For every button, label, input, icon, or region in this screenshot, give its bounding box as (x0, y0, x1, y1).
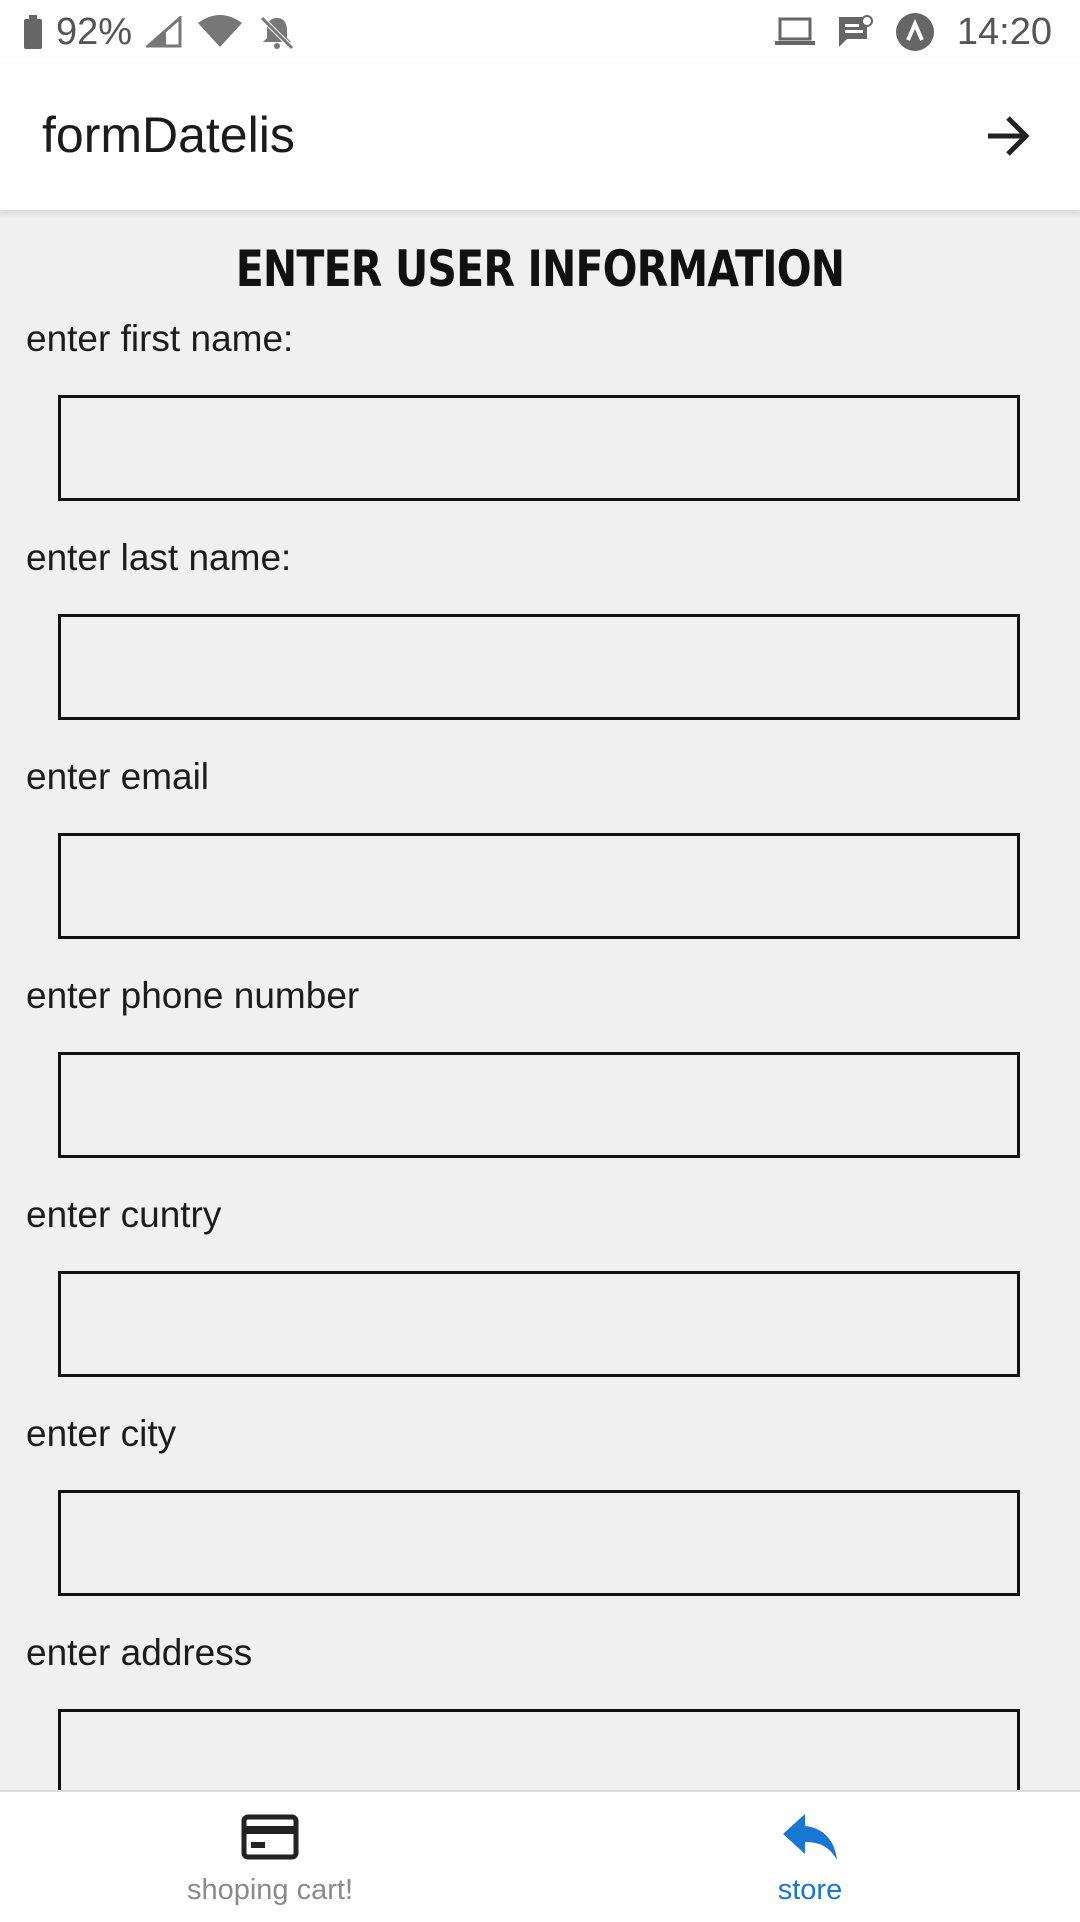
app-bar: formDatelis (0, 64, 1080, 210)
first-name-label: enter first name: (26, 318, 294, 359)
battery-icon (24, 15, 42, 49)
arrow-forward-icon (988, 116, 1030, 156)
status-right: 14:20 (774, 10, 1052, 54)
status-left: 92% (24, 10, 296, 54)
battery-percentage: 92% (56, 10, 133, 53)
wifi-icon (196, 15, 244, 49)
first-name-input[interactable] (58, 395, 1020, 501)
email-input[interactable] (58, 833, 1020, 939)
last-name-label: enter last name: (26, 537, 292, 578)
reply-icon (781, 1810, 839, 1864)
phone-label: enter phone number (26, 975, 360, 1016)
laptop-icon (774, 17, 815, 47)
message-icon (837, 15, 873, 49)
status-bar: 92% 14:20 (0, 0, 1080, 64)
tab-shopping-cart-label: shoping cart! (186, 1874, 354, 1906)
address-label: enter address (26, 1632, 253, 1673)
city-input[interactable] (58, 1490, 1020, 1596)
cell-signal-icon (146, 16, 182, 48)
city-label: enter city (26, 1413, 177, 1454)
phone-input[interactable] (58, 1052, 1020, 1158)
tab-store[interactable]: store (660, 1792, 960, 1922)
country-input[interactable] (58, 1271, 1020, 1377)
clock: 14:20 (956, 10, 1052, 53)
app-a-icon (895, 12, 935, 52)
last-name-input[interactable] (58, 614, 1020, 720)
tab-shopping-cart[interactable]: shoping cart! (120, 1792, 420, 1922)
country-label: enter cuntry (26, 1194, 222, 1235)
tab-store-label: store (777, 1874, 843, 1906)
email-label: enter email (26, 756, 210, 797)
form-heading: ENTER USER INFORMATION (235, 240, 845, 298)
page-title: formDatelis (42, 107, 295, 163)
bottom-navigation: shoping cart! store (0, 1790, 1080, 1922)
form-content[interactable]: ENTER USER INFORMATION enter first name:… (0, 210, 1080, 1790)
forward-button[interactable] (972, 100, 1044, 172)
address-input[interactable] (58, 1709, 1020, 1790)
notifications-off-icon (258, 14, 296, 50)
credit-card-icon (241, 1810, 299, 1864)
